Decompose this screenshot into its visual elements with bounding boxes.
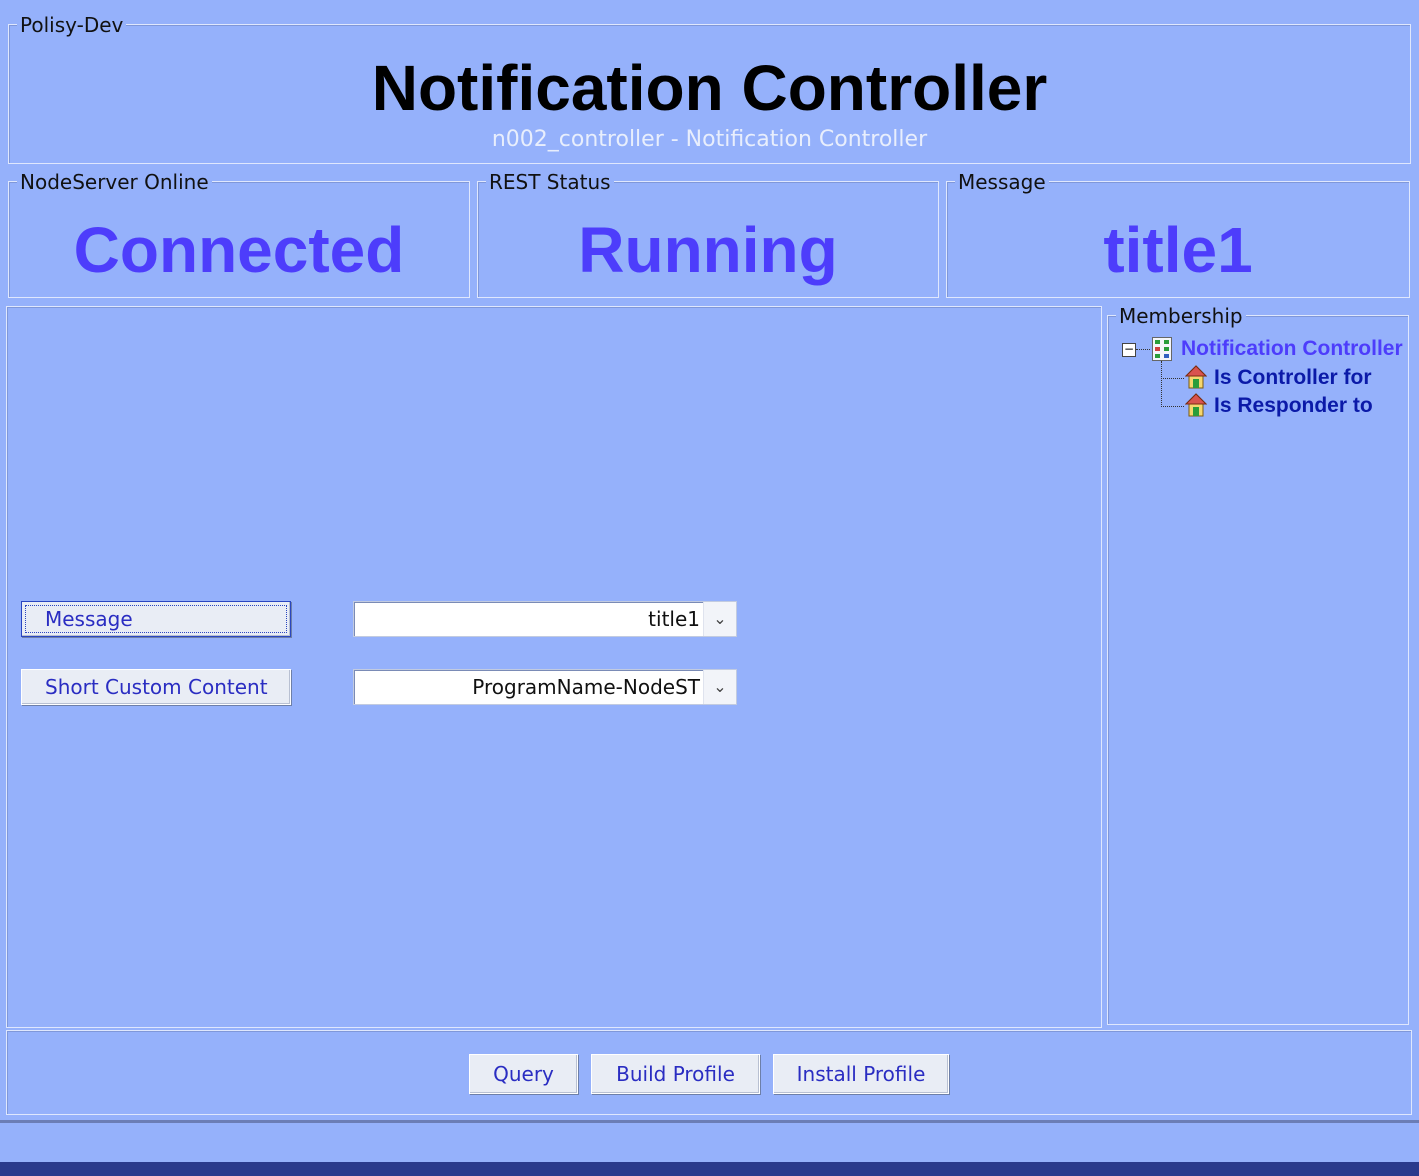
status-message-value: title1 — [1103, 214, 1253, 286]
tree-child-controller[interactable]: Is Controller for — [1214, 365, 1372, 391]
taskbar-strip — [0, 1162, 1419, 1176]
tree-connector — [1136, 349, 1150, 350]
chevron-down-icon[interactable]: ⌄ — [703, 670, 736, 704]
install-profile-button[interactable]: Install Profile — [773, 1054, 949, 1094]
status-panel-rest: REST Status Running — [477, 170, 939, 298]
collapse-icon[interactable]: − — [1122, 343, 1136, 357]
message-button-label: Message — [45, 607, 133, 631]
status-online-label: NodeServer Online — [17, 170, 212, 194]
membership-label: Membership — [1116, 304, 1246, 328]
control-panel — [6, 306, 1102, 1028]
house-icon — [1185, 393, 1207, 417]
tree-connector — [1161, 378, 1184, 407]
chevron-down-icon[interactable]: ⌄ — [703, 602, 736, 636]
message-button[interactable]: Message — [21, 601, 291, 637]
message-select[interactable]: title1 ⌄ — [353, 601, 737, 637]
membership-panel: Membership − Notification Controller Is … — [1107, 304, 1409, 1025]
tree-child-responder[interactable]: Is Responder to — [1214, 393, 1373, 419]
page-subtitle: n002_controller - Notification Controlle… — [491, 127, 928, 152]
status-bar — [0, 1120, 1419, 1165]
short-custom-content-button-label: Short Custom Content — [45, 675, 268, 699]
short-custom-content-select-value: ProgramName-NodeST — [472, 675, 700, 699]
page-title: Notification Controller — [371, 52, 1048, 124]
title-group: Polisy-Dev Notification Controller n002_… — [8, 13, 1411, 164]
build-profile-button[interactable]: Build Profile — [591, 1054, 760, 1094]
status-message-label: Message — [955, 170, 1049, 194]
status-panel-online: NodeServer Online Connected — [8, 170, 470, 298]
short-custom-content-select[interactable]: ProgramName-NodeST ⌄ — [353, 669, 737, 705]
tree-root-item[interactable]: Notification Controller — [1181, 336, 1403, 362]
status-rest-value: Running — [578, 214, 838, 286]
controller-icon — [1152, 337, 1172, 361]
status-online-value: Connected — [73, 214, 405, 286]
status-panel-message: Message title1 — [946, 170, 1410, 298]
house-icon — [1185, 365, 1207, 389]
tree-connector — [1161, 361, 1184, 379]
group-label: Polisy-Dev — [17, 13, 127, 37]
status-rest-label: REST Status — [486, 170, 614, 194]
query-button[interactable]: Query — [469, 1054, 578, 1094]
short-custom-content-button[interactable]: Short Custom Content — [21, 669, 291, 705]
message-select-value: title1 — [648, 607, 700, 631]
